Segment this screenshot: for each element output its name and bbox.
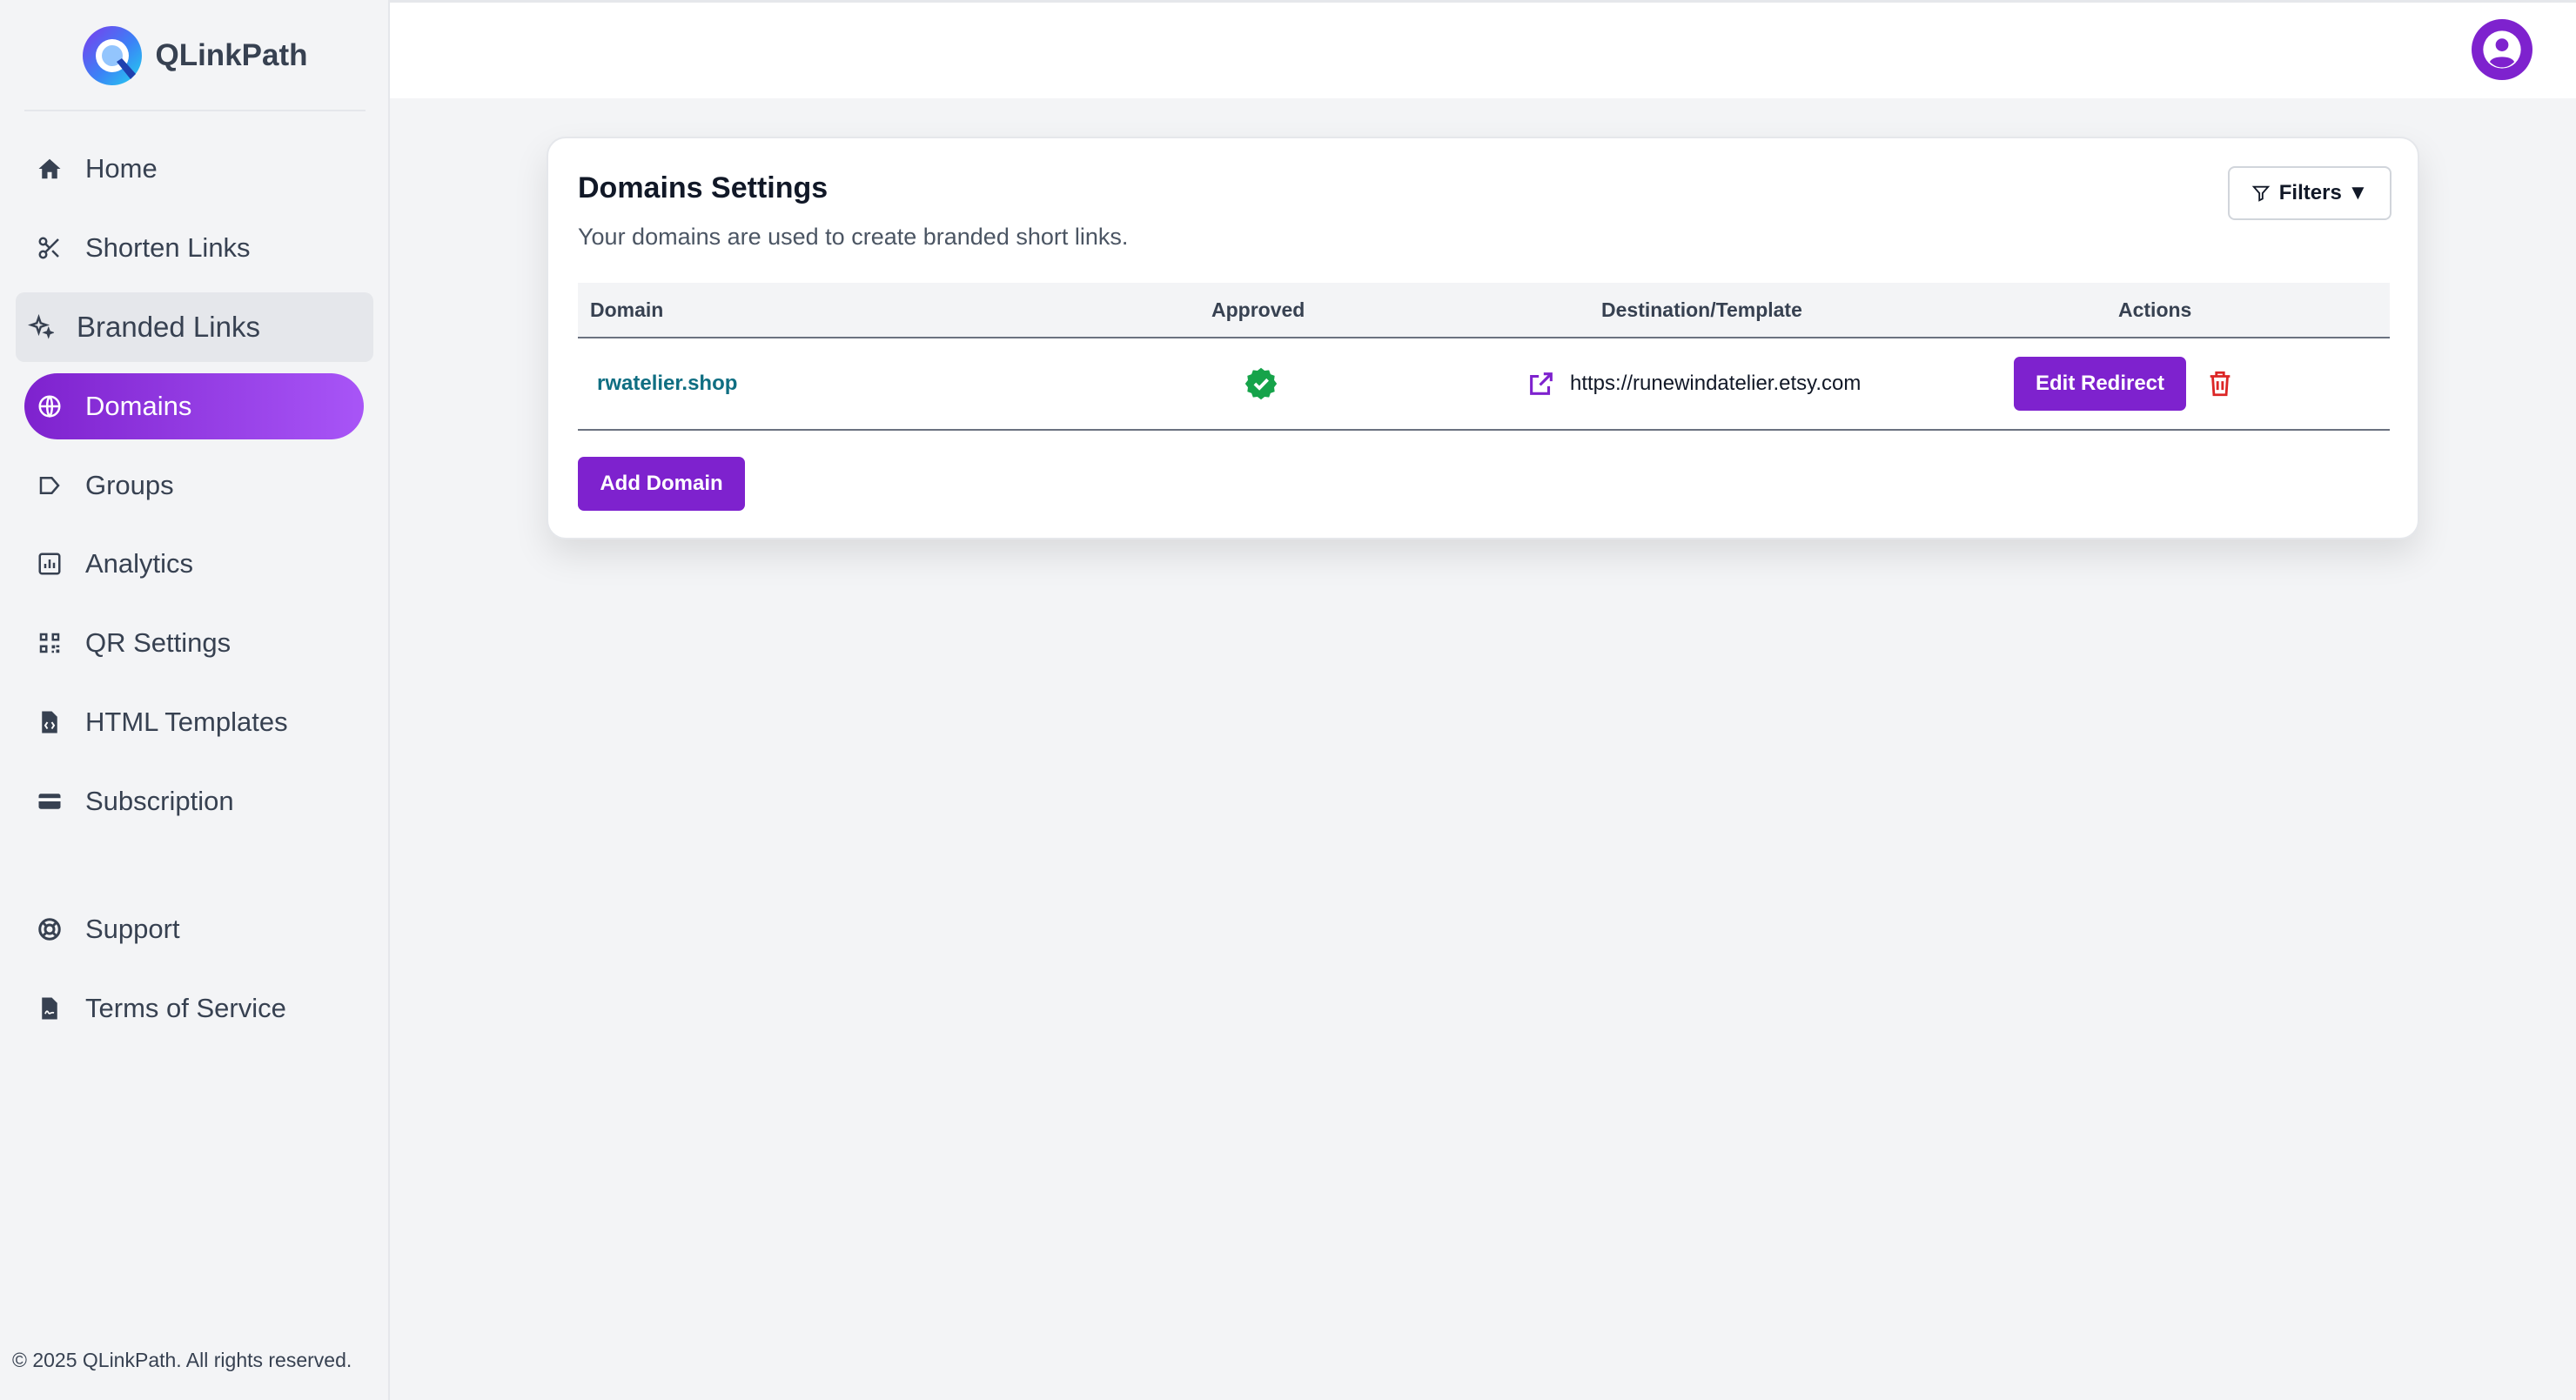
sparkles-icon (28, 314, 54, 339)
page-subtitle: Your domains are used to create branded … (578, 224, 1129, 250)
page-title: Domains Settings (578, 171, 828, 204)
sidebar-item-html-templates[interactable]: HTML Templates (24, 689, 364, 755)
filter-icon (2251, 185, 2271, 202)
sidebar-item-analytics[interactable]: Analytics (24, 531, 364, 597)
filters-label: Filters ▼ (2278, 181, 2369, 204)
sidebar-item-subscription[interactable]: Subscription (24, 768, 364, 834)
trash-icon (2210, 371, 2231, 397)
column-header-domain: Domain (590, 298, 664, 321)
sidebar-item-terms-of-service[interactable]: Terms of Service (24, 975, 364, 1042)
destination-cell: https://runewindatelier.etsy.com (1570, 338, 1861, 429)
sidebar-item-home[interactable]: Home (24, 136, 364, 202)
qrcode-icon (39, 633, 60, 653)
domains-table: Domain Approved Destination/Template Act… (578, 283, 2390, 431)
globe-icon (38, 395, 61, 419)
chart-icon (38, 553, 61, 575)
tag-icon (39, 477, 60, 494)
sidebar: QLinkPath Home Shorten Links Branded Lin… (0, 0, 390, 1400)
actions-cell: Edit Redirect (2014, 338, 2186, 429)
sidebar-item-groups[interactable]: Groups (24, 452, 364, 519)
sidebar-item-label: QR Settings (85, 627, 231, 658)
table-header: Domain Approved Destination/Template Act… (578, 283, 2390, 338)
brand-divider (24, 110, 366, 111)
sidebar-item-support[interactable]: Support (24, 896, 364, 962)
sidebar-item-label: Groups (85, 470, 174, 500)
copyright-footer: © 2025 QLinkPath. All rights reserved. (12, 1349, 352, 1371)
file-code-icon (42, 711, 57, 733)
sidebar-item-label: Terms of Service (85, 993, 286, 1023)
home-icon (38, 158, 61, 179)
approved-badge-icon (1244, 367, 1278, 400)
brand-name: QLinkPath (155, 38, 308, 72)
user-circle-icon (2483, 30, 2521, 69)
credit-card-icon (38, 794, 61, 809)
open-destination-link[interactable] (1526, 338, 1556, 429)
sidebar-item-label: Support (85, 914, 180, 944)
domain-name: rwatelier.shop (597, 372, 738, 395)
sidebar-item-label: Home (85, 153, 158, 184)
sidebar-item-label: Branded Links (77, 311, 260, 343)
delete-domain-button[interactable] (2205, 338, 2235, 429)
edit-redirect-button[interactable]: Edit Redirect (2014, 357, 2186, 411)
sidebar-item-qr-settings[interactable]: QR Settings (24, 610, 364, 676)
filters-button[interactable]: Filters ▼ (2228, 166, 2392, 220)
domains-settings-card: Domains Settings Your domains are used t… (547, 137, 2419, 539)
life-ring-icon (38, 918, 61, 941)
column-header-approved: Approved (1211, 298, 1305, 321)
app-root: QLinkPath Home Shorten Links Branded Lin… (0, 0, 2576, 1400)
top-bar (390, 0, 2576, 98)
approved-cell (1244, 338, 1278, 429)
sidebar-item-shorten-links[interactable]: Shorten Links (24, 215, 364, 281)
domain-link[interactable]: rwatelier.shop (597, 338, 737, 429)
table-row: rwatelier.shop https://runewindatelier.e… (578, 338, 2390, 431)
sidebar-item-label: Subscription (85, 786, 234, 816)
sidebar-item-domains[interactable]: Domains (24, 373, 364, 439)
qlinkpath-logo-icon (83, 26, 143, 85)
external-link-icon (1530, 372, 1553, 395)
destination-url: https://runewindatelier.etsy.com (1570, 372, 1862, 395)
scissors-icon (38, 237, 59, 259)
column-header-destination: Destination/Template (1601, 298, 1802, 321)
sidebar-item-label: HTML Templates (85, 707, 288, 737)
brand[interactable]: QLinkPath (0, 0, 390, 111)
column-header-actions: Actions (2118, 298, 2192, 321)
sidebar-item-label: Analytics (85, 548, 194, 579)
file-contract-icon (42, 997, 57, 1020)
add-domain-button[interactable]: Add Domain (578, 457, 745, 511)
sidebar-item-branded-links[interactable]: Branded Links (16, 292, 373, 362)
sidebar-item-label: Shorten Links (85, 232, 251, 263)
sidebar-item-label: Domains (85, 391, 192, 421)
user-avatar-button[interactable] (2472, 19, 2532, 80)
